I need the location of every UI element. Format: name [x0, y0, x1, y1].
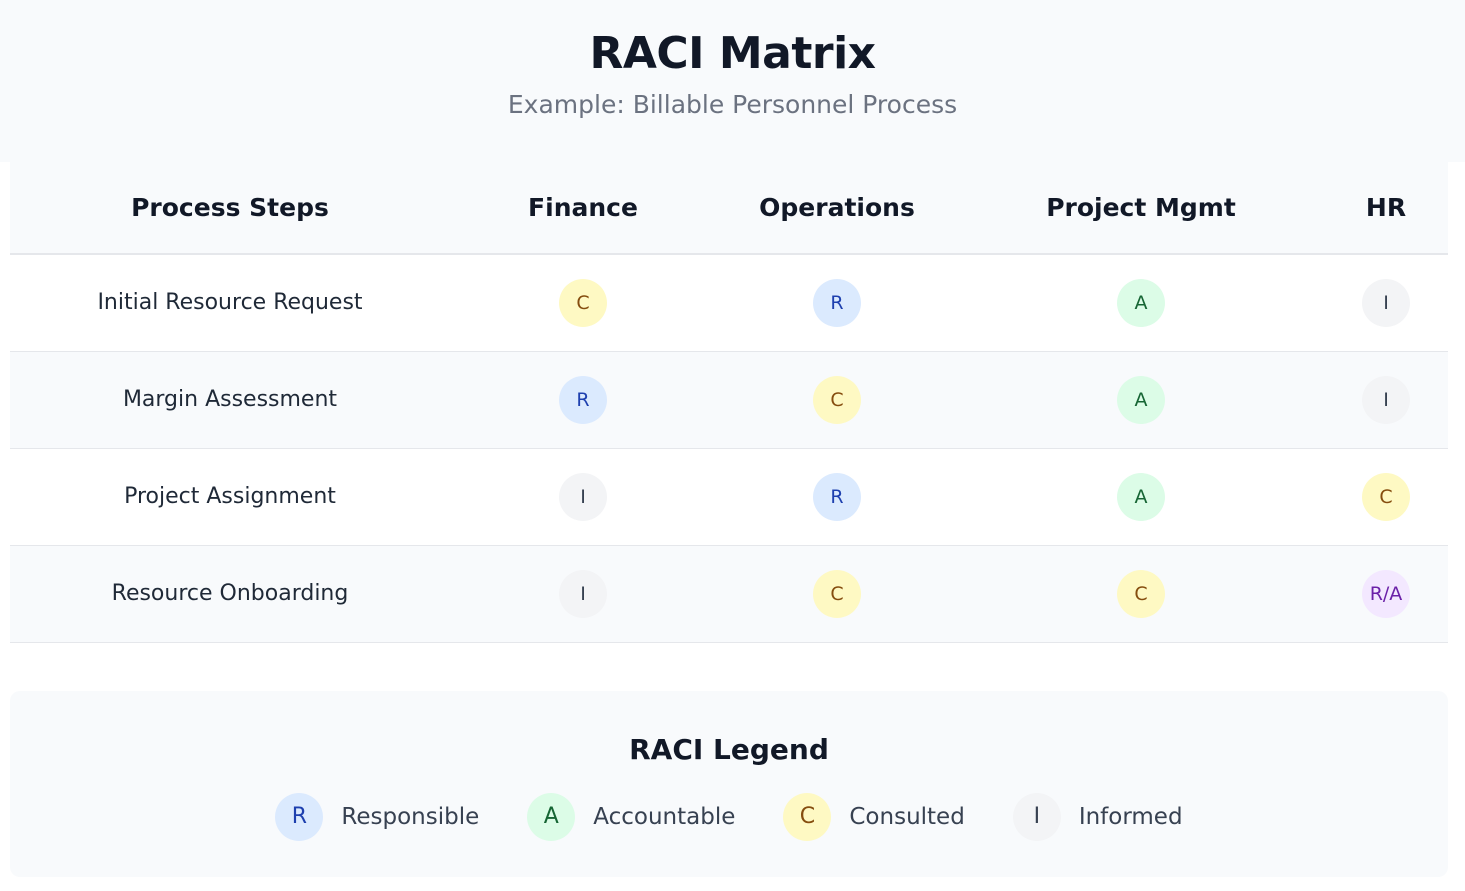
- cell-project-mgmt: A: [958, 351, 1324, 449]
- legend-badge: I: [1012, 793, 1061, 841]
- cell-finance: I: [450, 545, 716, 643]
- cell-project-mgmt: A: [958, 448, 1324, 546]
- page-header: RACI Matrix Example: Billable Personnel …: [0, 0, 1465, 162]
- column-header-finance: Finance: [450, 162, 716, 255]
- column-header-project-mgmt: Project Mgmt: [958, 162, 1324, 255]
- raci-badge: A: [1117, 278, 1165, 327]
- cell-hr: I: [1324, 254, 1448, 352]
- raci-badge: R/A: [1362, 569, 1410, 618]
- raci-badge: A: [1117, 472, 1165, 521]
- raci-badge: I: [1362, 278, 1410, 327]
- legend-item: A Accountable: [527, 793, 735, 841]
- legend-item: I Informed: [1012, 793, 1183, 841]
- legend-badge: R: [275, 793, 324, 841]
- cell-hr: R/A: [1324, 545, 1448, 643]
- column-header-hr: HR: [1324, 162, 1448, 255]
- process-step-label: Project Assignment: [10, 448, 450, 546]
- cell-finance: R: [450, 351, 716, 449]
- legend-title: RACI Legend: [629, 733, 829, 766]
- table-row: Project Assignment I R A C: [10, 448, 1448, 546]
- legend-item: C Consulted: [783, 793, 965, 841]
- raci-badge: C: [559, 278, 607, 327]
- raci-badge: I: [559, 569, 607, 618]
- legend-item: R Responsible: [275, 793, 479, 841]
- raci-badge: C: [1362, 472, 1410, 521]
- raci-badge: R: [813, 278, 861, 327]
- cell-operations: R: [716, 448, 958, 546]
- legend-label: Consulted: [849, 804, 965, 830]
- column-header-process-steps: Process Steps: [10, 162, 450, 255]
- legend-label: Responsible: [341, 804, 480, 830]
- raci-badge: I: [1362, 375, 1410, 424]
- page-title: RACI Matrix: [589, 28, 876, 79]
- raci-badge: C: [1117, 569, 1165, 618]
- legend-label: Accountable: [593, 804, 736, 830]
- column-header-operations: Operations: [716, 162, 958, 255]
- cell-project-mgmt: A: [958, 254, 1324, 352]
- table-row: Margin Assessment R C A I: [10, 351, 1448, 449]
- legend-badge: A: [527, 793, 576, 841]
- raci-legend: RACI Legend R Responsible A Accountable C Con…: [10, 691, 1448, 877]
- cell-operations: C: [716, 351, 958, 449]
- cell-finance: C: [450, 254, 716, 352]
- cell-finance: I: [450, 448, 716, 546]
- raci-badge: I: [559, 472, 607, 521]
- legend-label: Informed: [1078, 804, 1183, 830]
- cell-operations: R: [716, 254, 958, 352]
- cell-operations: C: [716, 545, 958, 643]
- raci-badge: A: [1117, 375, 1165, 424]
- page-subtitle: Example: Billable Personnel Process: [507, 90, 958, 119]
- table-row: Resource Onboarding I C C R/A: [10, 545, 1448, 643]
- cell-project-mgmt: C: [958, 545, 1324, 643]
- raci-matrix-table: Process Steps Finance Operations Project…: [10, 162, 1448, 643]
- process-step-label: Resource Onboarding: [10, 545, 450, 643]
- raci-badge: R: [813, 472, 861, 521]
- process-step-label: Initial Resource Request: [10, 254, 450, 352]
- legend-badge: C: [783, 793, 832, 841]
- legend-items: R Responsible A Accountable C Consulted I Infor…: [10, 793, 1448, 841]
- cell-hr: C: [1324, 448, 1448, 546]
- table-row: Initial Resource Request C R A I: [10, 254, 1448, 352]
- raci-badge: R: [559, 375, 607, 424]
- raci-badge: C: [813, 569, 861, 618]
- process-step-label: Margin Assessment: [10, 351, 450, 449]
- raci-badge: C: [813, 375, 861, 424]
- cell-hr: I: [1324, 351, 1448, 449]
- table-header-row: Process Steps Finance Operations Project…: [10, 162, 1448, 255]
